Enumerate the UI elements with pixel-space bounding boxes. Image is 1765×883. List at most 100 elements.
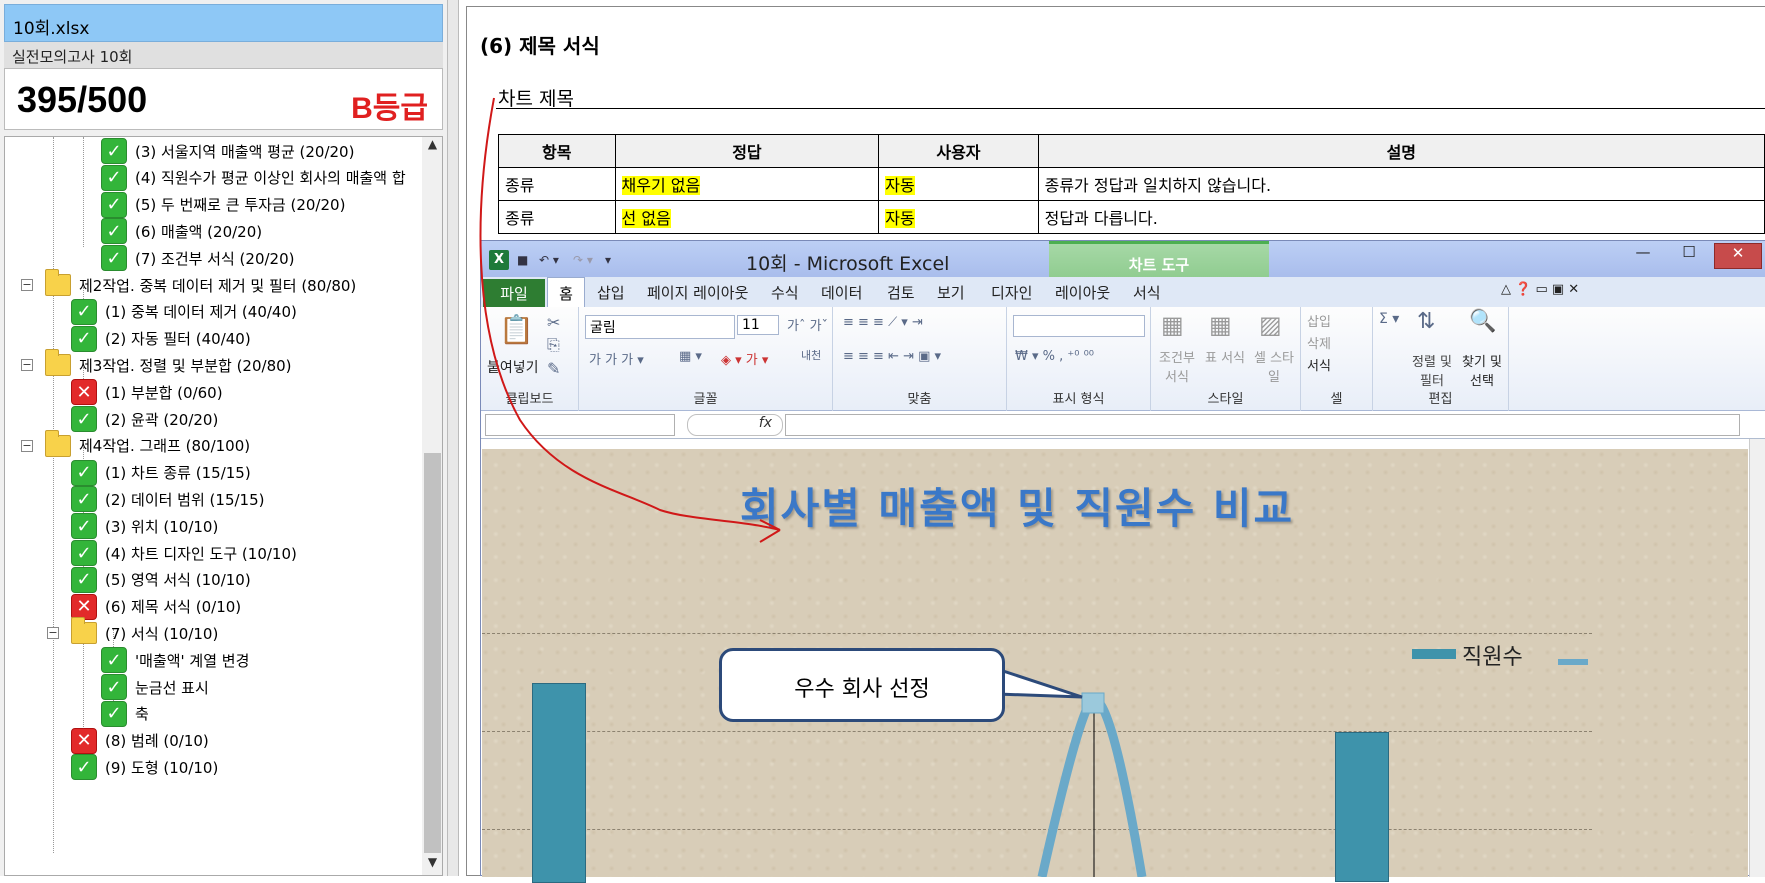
tree-node[interactable]: ✓ (9) 도형 (10/10) [71, 753, 218, 781]
find-select-label[interactable]: 찾기 및 선택 [1459, 351, 1505, 389]
scroll-down-icon[interactable]: ▼ [422, 855, 442, 875]
legend-label[interactable]: 직원수 [1462, 639, 1523, 671]
divider [496, 108, 1765, 109]
number-format-select[interactable] [1013, 315, 1145, 337]
folder-icon [45, 269, 71, 296]
tab-file[interactable]: 파일 [483, 279, 545, 307]
paste-icon[interactable]: 📋 [499, 313, 534, 346]
tree-node[interactable]: ✓ (5) 두 번째로 큰 투자금 (20/20) [101, 191, 345, 219]
tree-node[interactable]: ✓ (2) 윤곽 (20/20) [71, 405, 218, 433]
cell-answer: 선 없음 [614, 200, 880, 234]
tree-node[interactable]: ✓ 축 [101, 700, 149, 728]
sort-filter-icon[interactable]: ⇅ [1417, 309, 1435, 334]
fx-icon[interactable]: fx [687, 414, 783, 436]
tree-node[interactable]: (7) 서식 (10/10) [71, 617, 218, 647]
align-top-icon[interactable]: ≡ ≡ ≡ ⟋ ▾ ⇥ [843, 315, 923, 330]
tree-node[interactable]: ✓ (6) 매출액 (20/20) [101, 217, 262, 245]
collapse-toggle-icon[interactable]: − [21, 439, 33, 452]
tree-node[interactable]: ✓ (3) 위치 (10/10) [71, 512, 218, 540]
tree-guide [83, 137, 84, 247]
grow-font-icon[interactable]: 가ˆ 가ˇ [787, 315, 828, 334]
save-icon[interactable]: ■ [517, 253, 528, 267]
delete-cells-button[interactable]: 삭제 [1307, 333, 1331, 352]
tree-node[interactable]: ✓ (7) 조건부 서식 (20/20) [101, 244, 294, 272]
tree-node[interactable]: ✕ (6) 제목 서식 (0/10) [71, 593, 241, 621]
tree-node[interactable]: ✓ (5) 영역 서식 (10/10) [71, 566, 251, 594]
border-icon[interactable]: ▦ ▾ [679, 349, 702, 364]
copy-icon[interactable]: ⎘ [547, 335, 560, 355]
tree-node[interactable]: 제4작업. 그래프 (80/100) [45, 429, 250, 460]
tree-node[interactable]: ✓ (1) 중복 데이터 제거 (40/40) [71, 298, 297, 326]
cell-style-label[interactable]: 셀 스타일 [1251, 347, 1297, 385]
tree-scrollbar[interactable]: ▲ ▼ [422, 137, 442, 875]
format-cells-button[interactable]: 서식 [1307, 355, 1331, 374]
sheet-scrollbar[interactable] [1749, 439, 1765, 877]
customize-qat-icon[interactable]: ▾ [605, 253, 611, 267]
grading-tree: ✓ (3) 서울지역 매출액 평균 (20/20) ✓ (4) 직원수가 평균 이상인… [4, 136, 443, 876]
chart-title[interactable]: 회사별 매출액 및 직원수 비교 [740, 475, 1294, 536]
tree-node[interactable]: ✓ (1) 차트 종류 (15/15) [71, 459, 251, 487]
tab-formulas[interactable]: 수식 [771, 282, 799, 303]
cut-icon[interactable]: ✂ [547, 313, 560, 332]
tree-node[interactable]: ✓ (4) 차트 디자인 도구 (10/10) [71, 539, 297, 567]
font-size-select[interactable]: 11 [737, 315, 779, 335]
tree-node[interactable]: 제3작업. 정렬 및 부분합 (20/80) [45, 349, 292, 379]
ribbon-controls-icon[interactable]: △ ❓ ▭ ▣ ✕ [1501, 282, 1579, 297]
callout-shape[interactable]: 우수 회사 선정 [719, 648, 1005, 722]
cell-answer: 채우기 없음 [614, 167, 880, 201]
tree-node[interactable]: ✕ (1) 부분합 (0/60) [71, 378, 223, 406]
sort-filter-label[interactable]: 정렬 및 필터 [1409, 351, 1455, 389]
align-left-icon[interactable]: ≡ ≡ ≡ ⇤ ⇥ ▣ ▾ [843, 349, 941, 364]
table-format-label[interactable]: 표 서식 [1205, 347, 1245, 366]
cell-style-icon[interactable]: ▨ [1259, 311, 1282, 339]
tree-node[interactable]: ✓ (3) 서울지역 매출액 평균 (20/20) [101, 137, 354, 165]
tree-node[interactable]: ✓ '매출액' 계열 변경 [101, 646, 249, 674]
bold-italic-underline-icon[interactable]: 가 가 가 ▾ [589, 349, 644, 368]
redo-icon[interactable]: ↷ ▾ [573, 253, 593, 267]
phonetic-icon[interactable]: 내천 [801, 347, 821, 363]
col-answer: 정답 [614, 134, 880, 168]
number-format-icon[interactable]: ₩ ▾ % , ⁺⁰ ⁰⁰ [1015, 349, 1094, 364]
ribbon-tabs: 파일 홈 삽입 페이지 레이아웃 수식 데이터 검토 보기 디자인 레이아웃 서… [481, 277, 1765, 308]
collapse-toggle-icon[interactable]: − [47, 627, 59, 640]
check-icon: ✓ [101, 700, 127, 727]
tab-layout[interactable]: 레이아웃 [1055, 282, 1110, 303]
splitter[interactable] [447, 0, 459, 876]
tree-node[interactable]: 제2작업. 중복 데이터 제거 및 필터 (80/80) [45, 269, 356, 299]
tree-node[interactable]: ✕ (8) 범례 (0/10) [71, 727, 209, 755]
tab-view[interactable]: 보기 [937, 282, 965, 303]
check-icon: ✓ [71, 754, 97, 781]
insert-cells-button[interactable]: 삽입 [1307, 311, 1331, 330]
autosum-icon[interactable]: Σ ▾ [1379, 311, 1399, 327]
tab-format[interactable]: 서식 [1133, 282, 1161, 303]
tree-node[interactable]: ✓ (2) 데이터 범위 (15/15) [71, 485, 264, 513]
tab-review[interactable]: 검토 [887, 282, 915, 303]
format-painter-icon[interactable]: ✎ [547, 359, 560, 378]
scroll-up-icon[interactable]: ▲ [422, 137, 442, 157]
tree-node[interactable]: ✓ (4) 직원수가 평균 이상인 회사의 매출액 합 [101, 164, 406, 192]
chart-area[interactable]: 회사별 매출액 및 직원수 비교 직원수 우수 회사 선정 [482, 449, 1748, 883]
minimize-icon[interactable]: — [1621, 243, 1665, 269]
conditional-format-icon[interactable]: ▦ [1161, 311, 1184, 339]
collapse-toggle-icon[interactable]: − [21, 279, 33, 291]
close-icon[interactable]: ✕ [1714, 243, 1762, 269]
table-format-icon[interactable]: ▦ [1209, 311, 1232, 339]
find-icon[interactable]: 🔍 [1469, 309, 1496, 334]
tree-node[interactable]: ✓ (2) 자동 필터 (40/40) [71, 325, 251, 353]
tab-page-layout[interactable]: 페이지 레이아웃 [647, 282, 748, 303]
formula-input[interactable] [785, 414, 1740, 436]
undo-icon[interactable]: ↶ ▾ [539, 253, 559, 267]
tab-insert[interactable]: 삽입 [597, 282, 625, 303]
fill-color-icon[interactable]: ◈ ▾ 가 ▾ [721, 349, 768, 368]
name-box[interactable] [485, 414, 675, 436]
tree-node[interactable]: ✓ 눈금선 표시 [101, 673, 209, 701]
font-name-select[interactable]: 굴림 [585, 315, 735, 339]
collapse-toggle-icon[interactable]: − [21, 359, 33, 372]
cond-format-label[interactable]: 조건부 서식 [1155, 347, 1199, 385]
tab-home[interactable]: 홈 [547, 277, 585, 308]
maximize-icon[interactable]: ☐ [1667, 243, 1711, 269]
scroll-thumb[interactable] [424, 453, 441, 853]
paste-label[interactable]: 붙여넣기 [487, 357, 539, 377]
tab-design[interactable]: 디자인 [991, 282, 1032, 303]
tab-data[interactable]: 데이터 [821, 282, 862, 303]
